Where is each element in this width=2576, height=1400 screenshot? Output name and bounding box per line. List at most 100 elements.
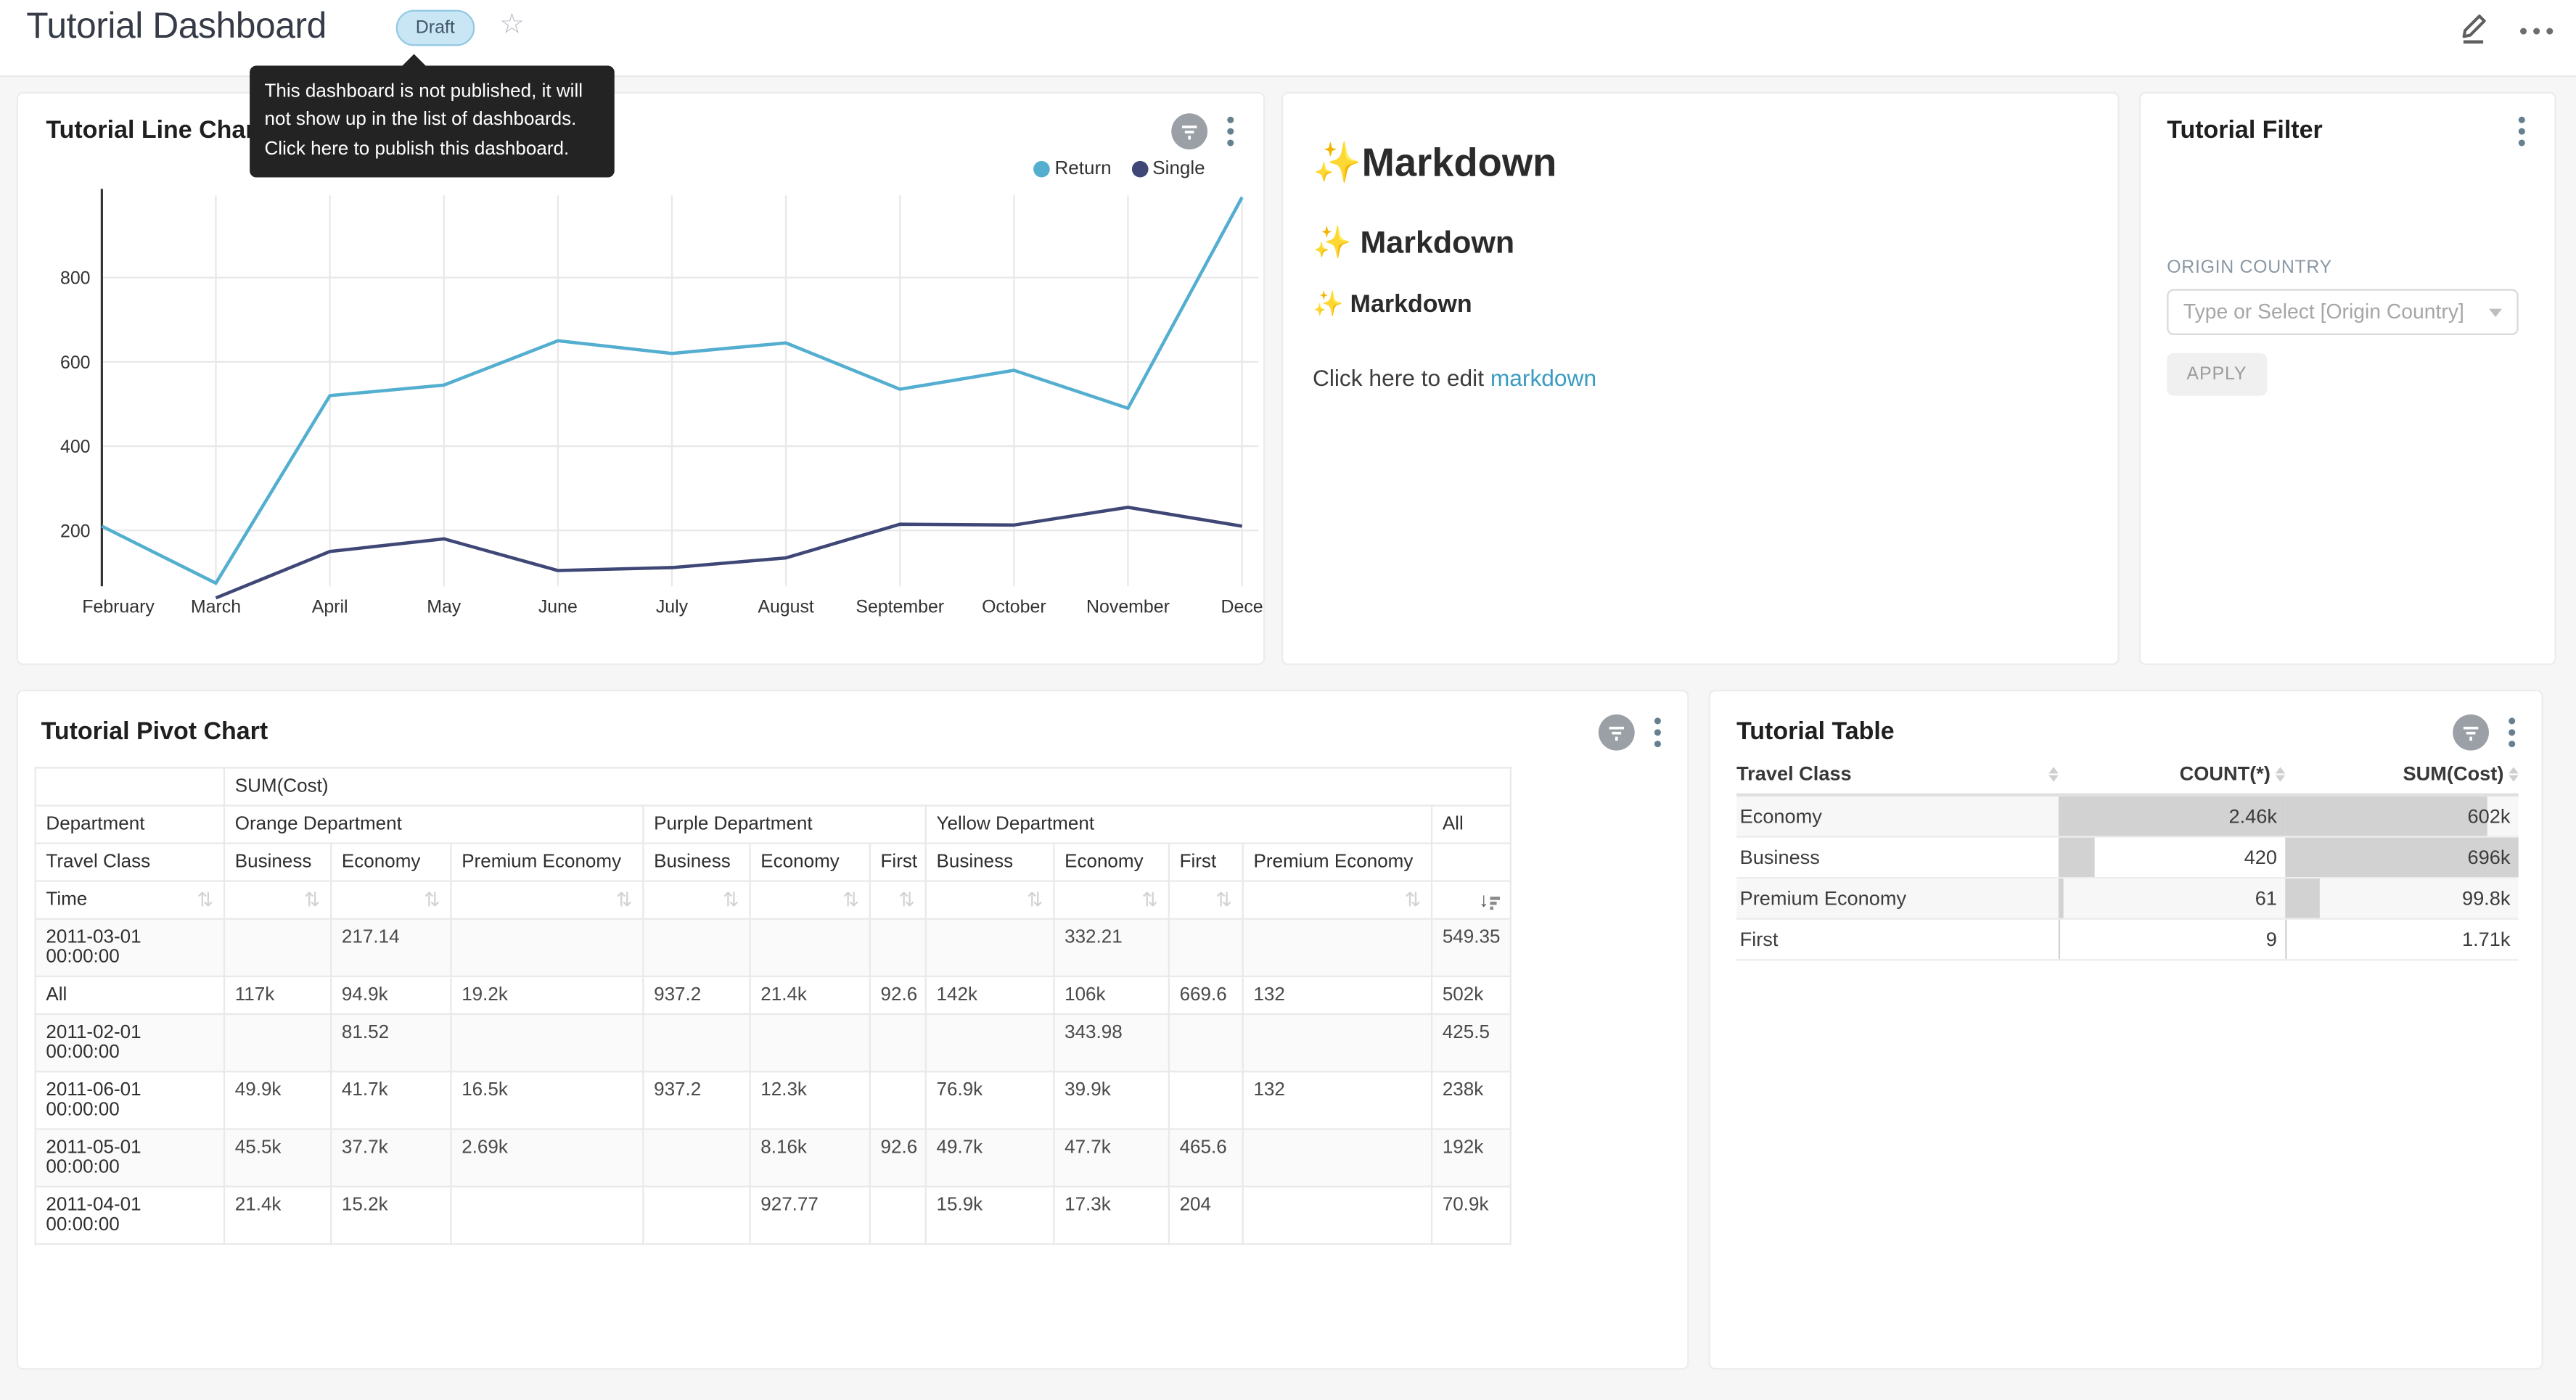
favorite-star-icon[interactable]: ☆ — [499, 8, 525, 41]
column-header-sum-cost[interactable]: SUM(Cost) — [2285, 762, 2518, 786]
pivot-sort-icon-cell[interactable]: ⇅ — [1243, 881, 1432, 919]
pivot-cell — [1243, 919, 1432, 976]
pivot-column-header: First — [870, 844, 926, 881]
filter-indicator-icon[interactable] — [2453, 715, 2489, 751]
select-placeholder: Type or Select [Origin Country] — [2183, 300, 2464, 324]
pivot-row-header: All — [36, 976, 224, 1014]
pivot-row-header: 2011-03-0100:00:00 — [36, 919, 224, 976]
pivot-group-header: Orange Department — [224, 806, 643, 844]
pivot-sort-icon-cell[interactable]: ⇅ — [750, 881, 870, 919]
pivot-cell: 192k — [1432, 1129, 1511, 1187]
value-bar — [2285, 878, 2319, 918]
chart-legend[interactable]: Return Single — [1033, 160, 1205, 179]
pivot-sort-icon-cell[interactable]: ⇅ — [331, 881, 451, 919]
pivot-cell: 70.9k — [1432, 1187, 1511, 1244]
pivot-cell: 937.2 — [643, 1071, 750, 1129]
pivot-cell: 937.2 — [643, 976, 750, 1014]
chart-menu-icon[interactable] — [1651, 715, 1664, 751]
chart-menu-icon[interactable] — [2506, 715, 2519, 751]
svg-text:February: February — [82, 596, 155, 617]
edit-pencil-icon[interactable] — [2458, 8, 2490, 44]
pivot-cell: 49.9k — [224, 1071, 331, 1129]
svg-text:800: 800 — [60, 268, 91, 289]
pivot-time-sort-header[interactable]: Time⇅ — [36, 881, 224, 919]
pivot-sort-icon-cell[interactable]: ⇅ — [926, 881, 1054, 919]
value-bar — [2285, 796, 2487, 836]
legend-item[interactable]: Return — [1033, 160, 1112, 179]
pivot-cell — [870, 1071, 926, 1129]
pivot-column-header: Business — [926, 844, 1054, 881]
filter-card: Tutorial Filter ORIGIN COUNTRY Type or S… — [2139, 92, 2556, 665]
pivot-cell: 106k — [1054, 976, 1168, 1014]
pivot-sort-icon-cell[interactable]: ⇅ — [1169, 881, 1243, 919]
markdown-card: ✨Markdown ✨ Markdown ✨ Markdown Click he… — [1281, 92, 2120, 665]
value-bar — [2285, 920, 2286, 959]
origin-country-label: ORIGIN COUNTRY — [2167, 258, 2332, 277]
pivot-sort-icon-cell[interactable]: ⇅ — [1054, 881, 1168, 919]
filter-indicator-icon[interactable] — [1599, 715, 1635, 751]
pivot-cell — [1243, 1129, 1432, 1187]
line-chart-card: Tutorial Line Chart ReturnSingle 2004006… — [17, 92, 1266, 665]
pivot-sort-icon-cell[interactable]: ↓ — [1432, 881, 1511, 919]
pivot-column-header: Business — [643, 844, 750, 881]
sort-icon[interactable] — [2276, 766, 2286, 781]
markdown-edit-link[interactable]: markdown — [1490, 365, 1596, 391]
svg-text:200: 200 — [60, 521, 91, 541]
pivot-cell — [451, 1187, 643, 1244]
pivot-sort-icon-cell[interactable]: ⇅ — [224, 881, 331, 919]
pivot-cell — [643, 1129, 750, 1187]
status-badge[interactable]: Draft — [396, 10, 475, 46]
pivot-cell: 37.7k — [331, 1129, 451, 1187]
pivot-row: All117k94.9k19.2k937.221.4k92.6142k106k6… — [36, 976, 1511, 1014]
pivot-column-header: First — [1169, 844, 1243, 881]
pivot-cell — [1243, 1014, 1432, 1071]
pivot-cell: 343.98 — [1054, 1014, 1168, 1071]
filter-menu-icon[interactable] — [2515, 113, 2528, 149]
column-header-travel-class[interactable]: Travel Class — [1736, 762, 2059, 786]
legend-item[interactable]: Single — [1131, 160, 1205, 179]
pivot-cell — [643, 1187, 750, 1244]
svg-text:Dece: Dece — [1221, 596, 1263, 617]
pivot-cell — [870, 1187, 926, 1244]
column-header-count[interactable]: COUNT(*) — [2059, 762, 2285, 786]
pivot-cell — [224, 1014, 331, 1071]
pivot-cell: 21.4k — [750, 976, 870, 1014]
sort-icon[interactable] — [2509, 766, 2519, 781]
pivot-chart-card: Tutorial Pivot Chart SUM(Cost)Department… — [17, 690, 1689, 1370]
pivot-cell: 17.3k — [1054, 1187, 1168, 1244]
pivot-cell — [750, 1014, 870, 1071]
pivot-cell: 465.6 — [1169, 1129, 1243, 1187]
pivot-cell — [1169, 1014, 1243, 1071]
travel-class-cell: Business — [1736, 838, 2059, 877]
value-bar — [2059, 838, 2095, 877]
pivot-cell: 132 — [1243, 976, 1432, 1014]
pivot-cell: 41.7k — [331, 1071, 451, 1129]
pivot-cell — [1169, 919, 1243, 976]
pivot-sort-icon-cell[interactable]: ⇅ — [870, 881, 926, 919]
pivot-cell: 204 — [1169, 1187, 1243, 1244]
markdown-h1: ✨Markdown — [1313, 139, 2088, 187]
pivot-cell: 549.35 — [1432, 919, 1511, 976]
apply-button[interactable]: APPLY — [2167, 353, 2266, 396]
pivot-row-header: 2011-02-0100:00:00 — [36, 1014, 224, 1071]
pivot-row: 2011-02-0100:00:0081.52343.98425.5 — [36, 1014, 1511, 1071]
pivot-cell — [750, 919, 870, 976]
pivot-column-header: Business — [224, 844, 331, 881]
svg-text:May: May — [427, 596, 462, 617]
pivot-cell — [1169, 1071, 1243, 1129]
page-title: Tutorial Dashboard — [26, 5, 327, 48]
pivot-cell: 217.14 — [331, 919, 451, 976]
pivot-sort-icon-cell[interactable]: ⇅ — [643, 881, 750, 919]
svg-text:April: April — [312, 596, 348, 617]
pivot-cell — [643, 919, 750, 976]
pivot-cell — [224, 919, 331, 976]
line-chart-plot[interactable]: 200400600800FebruaryMarchAprilMayJuneJul… — [18, 94, 1267, 667]
pivot-group-header: Purple Department — [643, 806, 925, 844]
pivot-corner-cell — [36, 767, 224, 805]
origin-country-select[interactable]: Type or Select [Origin Country] — [2167, 289, 2519, 334]
pivot-cell: 16.5k — [451, 1071, 643, 1129]
sort-icon[interactable] — [2048, 766, 2059, 781]
pivot-sort-icon-cell[interactable]: ⇅ — [451, 881, 643, 919]
more-options-icon[interactable] — [2520, 18, 2553, 35]
svg-text:October: October — [982, 596, 1046, 617]
